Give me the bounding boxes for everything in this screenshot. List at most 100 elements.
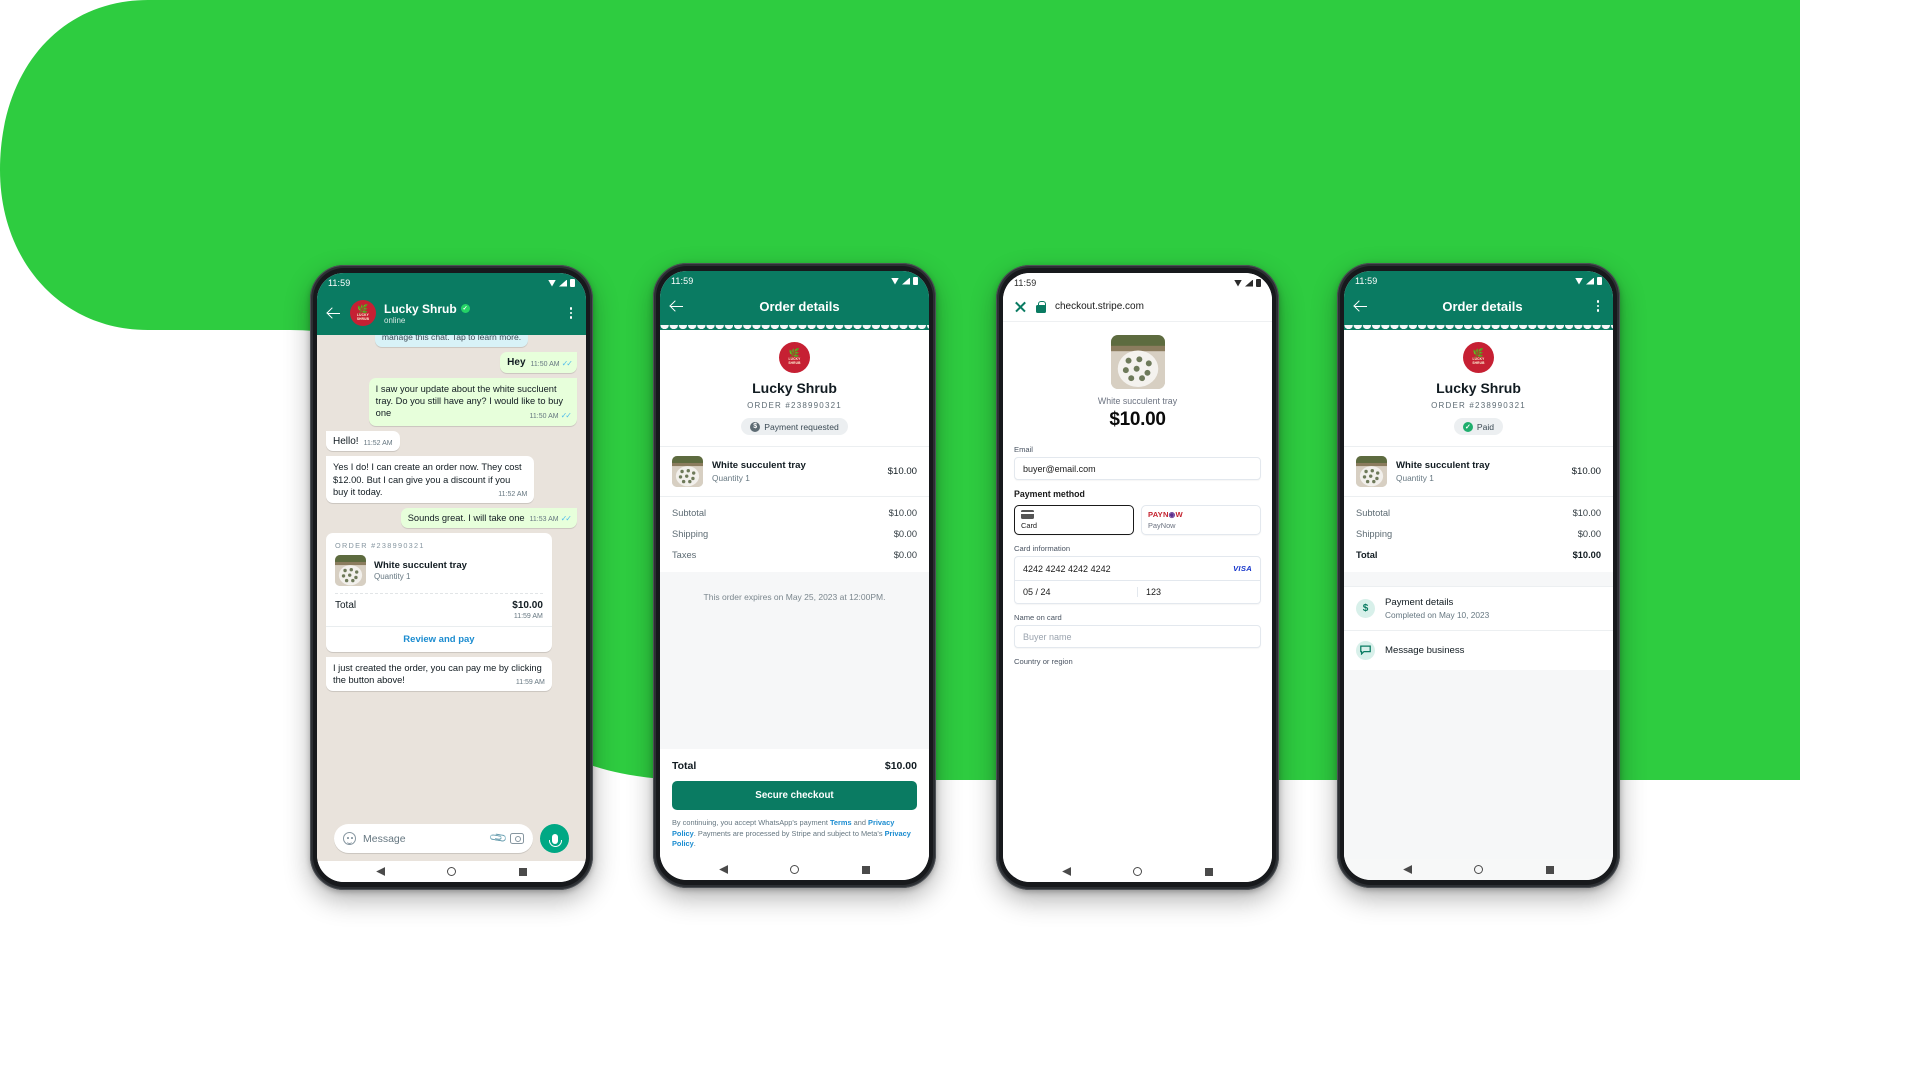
card-number-row[interactable]: 4242 4242 4242 4242 VISA [1015, 557, 1260, 580]
android-nav-bar [1344, 859, 1613, 880]
review-and-pay-button[interactable]: Review and pay [326, 625, 552, 652]
total-label: Total [1356, 549, 1378, 560]
nav-back-icon[interactable] [376, 867, 386, 876]
nav-back-icon[interactable] [1403, 865, 1413, 874]
paynow-brand-part1: PAYN [1148, 510, 1169, 519]
status-time: 11:59 [1014, 278, 1037, 288]
read-receipt-icon: ✓✓ [561, 359, 573, 369]
legal-text: By continuing, you accept WhatsApp's pay… [672, 818, 917, 850]
payment-option-paynow[interactable]: PAYN◉W PayNow [1141, 505, 1261, 535]
nav-home-icon[interactable] [1474, 865, 1484, 874]
card-information-group: 4242 4242 4242 4242 VISA 05 / 24 123 [1014, 556, 1261, 604]
status-bar: 11:59 [660, 271, 929, 291]
message-text: Hey [507, 357, 526, 369]
secure-checkout-button[interactable]: Secure checkout [672, 780, 917, 810]
contact-info[interactable]: Lucky Shrub ✓ online [384, 302, 470, 325]
chat-bubble-incoming: I just created the order, you can pay me… [326, 656, 552, 692]
avatar[interactable]: 🌿 LUCKY SHRUB [350, 300, 376, 326]
scallop-edge-bottom [660, 572, 929, 578]
message-time: 11:52 AM [498, 491, 528, 499]
merchant-logo-mark: 🌿 LUCKY SHRUB [1470, 349, 1488, 367]
message-input[interactable]: Message [363, 833, 484, 845]
country-or-region-label: Country or region [1014, 657, 1073, 666]
item-name: White succulent tray [374, 559, 467, 571]
merchant-block: 🌿 LUCKY SHRUB Lucky Shrub ORDER #2389903… [1344, 330, 1613, 446]
microphone-icon [549, 833, 562, 847]
card-cvc-field[interactable]: 123 [1137, 587, 1260, 597]
table-row: Shipping $0.00 [1344, 523, 1613, 544]
contact-status: online [384, 315, 406, 325]
row-value: $0.00 [1577, 528, 1601, 539]
chat-scroll-area[interactable]: manage this chat. Tap to learn more. Hey… [326, 335, 577, 818]
message-icon [1356, 640, 1375, 660]
attachment-icon[interactable]: 📎 [488, 827, 508, 847]
order-number: ORDER #238990321 [1431, 401, 1526, 410]
chat-bubble-glyph [1360, 645, 1371, 655]
bubble-inline: Hello! 11:52 AM [333, 435, 393, 448]
emoji-icon[interactable] [343, 832, 356, 845]
overflow-menu-icon[interactable] [1592, 298, 1604, 314]
card-expiry-cvc-row[interactable]: 05 / 24 123 [1015, 580, 1260, 603]
voice-record-button[interactable] [540, 824, 569, 853]
payment-option-paynow-label: PayNow [1148, 521, 1176, 530]
battery-icon [570, 279, 575, 287]
card-expiry-field[interactable]: 05 / 24 [1015, 587, 1137, 597]
name-on-card-field[interactable] [1014, 625, 1261, 648]
legal-part-4: . [693, 839, 696, 849]
page-title: Order details [1442, 298, 1523, 314]
message-input-box[interactable]: Message 📎 [334, 824, 533, 853]
payment-details-text: Payment details Completed on May 10, 202… [1385, 597, 1489, 620]
message-text: Hello! [333, 436, 359, 448]
nav-recents-icon[interactable] [518, 867, 527, 876]
payment-method-options: Card PAYN◉W PayNow [1014, 505, 1261, 535]
nav-back-icon[interactable] [719, 865, 729, 874]
payment-option-card[interactable]: Card [1014, 505, 1134, 535]
nav-recents-icon[interactable] [1204, 867, 1213, 876]
nav-recents-icon[interactable] [861, 865, 870, 874]
phone-stripe-checkout: 11:59 checkout.stripe.com White succulen… [996, 265, 1279, 890]
merchant-logo-mark: 🌿 LUCKY SHRUB [354, 304, 372, 322]
wifi-icon [1575, 277, 1583, 285]
nav-home-icon[interactable] [790, 865, 800, 874]
back-arrow-icon[interactable] [1353, 298, 1369, 314]
status-badge: ✓ Paid [1453, 418, 1504, 435]
scallop-edge-bottom [1344, 571, 1613, 578]
message-business-row[interactable]: Message business [1344, 629, 1613, 670]
nav-recents-icon[interactable] [1545, 865, 1554, 874]
close-icon[interactable] [1014, 300, 1027, 313]
nav-back-icon[interactable] [1062, 867, 1072, 876]
order-app-bar: Order details [1344, 291, 1613, 325]
card-number-field[interactable]: 4242 4242 4242 4242 [1015, 564, 1233, 574]
email-field[interactable] [1014, 457, 1261, 480]
total-label: Total [672, 759, 697, 772]
status-bar: 11:59 [1344, 271, 1613, 291]
signal-icon [1586, 277, 1594, 285]
item-qty: Quantity 1 [712, 473, 750, 483]
chat-thread[interactable]: manage this chat. Tap to learn more. Hey… [317, 335, 586, 861]
order-card-time: 11:59 AM [513, 612, 543, 620]
item-name: White succulent tray [1396, 460, 1490, 471]
android-nav-bar [317, 861, 586, 882]
nav-home-icon[interactable] [447, 867, 457, 876]
nav-home-icon[interactable] [1133, 867, 1143, 876]
row-label: Subtotal [672, 507, 707, 518]
order-line-item: White succulent tray Quantity 1 $10.00 [660, 447, 929, 496]
camera-icon[interactable] [510, 833, 524, 844]
back-arrow-icon[interactable] [326, 305, 342, 321]
checkout-body[interactable]: White succulent tray $10.00 Email Paymen… [1003, 322, 1272, 861]
order-footer: Total $10.00 Secure checkout By continui… [660, 748, 929, 859]
order-card[interactable]: ORDER #238990321 White succulent tray Qu… [326, 532, 552, 652]
row-value: $0.00 [893, 528, 917, 539]
row-value: $10.00 [888, 507, 917, 518]
order-details-body[interactable]: 🌿 LUCKY SHRUB Lucky Shrub ORDER #2389903… [1344, 325, 1613, 859]
post-payment-actions: $ Payment details Completed on May 10, 2… [1344, 585, 1613, 670]
terms-link[interactable]: Terms [830, 818, 852, 827]
item-name: White succulent tray [712, 460, 806, 471]
order-details-body[interactable]: 🌿 LUCKY SHRUB Lucky Shrub ORDER #2389903… [660, 325, 929, 859]
back-arrow-icon[interactable] [669, 298, 685, 314]
order-summary-card: 🌿 LUCKY SHRUB Lucky Shrub ORDER #2389903… [1344, 330, 1613, 572]
overflow-menu-icon[interactable] [565, 305, 577, 321]
message-meta: 11:53 AM ✓✓ [530, 514, 573, 525]
chat-composer[interactable]: Message 📎 [326, 818, 577, 861]
payment-details-row[interactable]: $ Payment details Completed on May 10, 2… [1344, 585, 1613, 630]
